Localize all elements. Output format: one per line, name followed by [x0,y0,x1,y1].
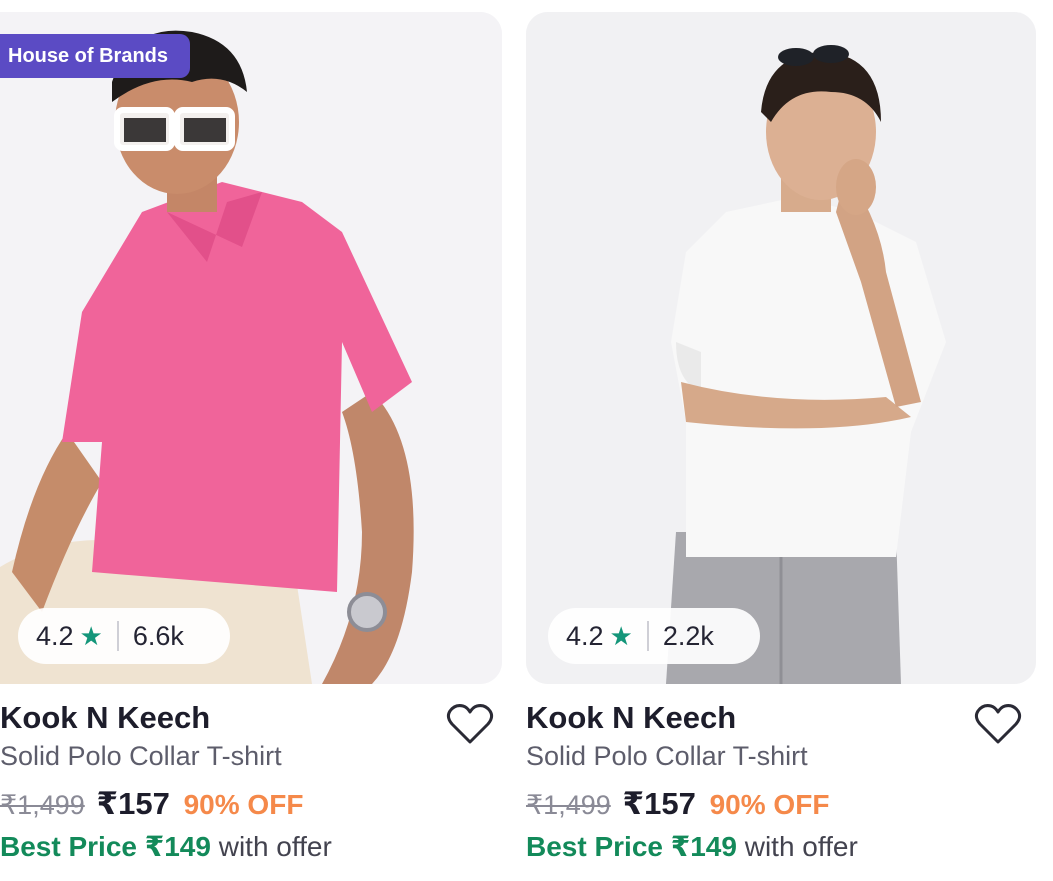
best-price-row: Best Price ₹149 with offer [0,830,332,863]
star-icon: ★ [609,620,633,651]
product-photo-white-polo [526,12,1036,684]
mrp-price: ₹1,499 [526,790,611,820]
mrp-price: ₹1,499 [0,790,85,820]
house-of-brands-badge: House of Brands [0,34,190,78]
best-price-row: Best Price ₹149 with offer [526,830,858,863]
product-grid: House of Brands 4.2 ★ 6.6k Kook N Keech … [0,0,1053,881]
product-card[interactable]: 4.2 ★ 2.2k Kook N Keech Solid Polo Colla… [526,0,1036,881]
discount-badge: 90% OFF [709,789,830,820]
rating-value: 4.2 [36,620,74,651]
rating-count: 6.6k [132,620,184,651]
best-price-suffix: with offer [210,831,332,862]
best-price-label: Best Price ₹149 [0,831,211,862]
product-image[interactable] [526,12,1036,684]
price-row: ₹1,499 ₹157 90% OFF [0,786,303,822]
brand-name[interactable]: Kook N Keech [526,700,736,736]
rating-pill: 4.2 ★ 2.2k [548,608,760,664]
sale-price: ₹157 [96,786,170,821]
heart-outline-icon [974,704,1022,744]
brand-name[interactable]: Kook N Keech [0,700,210,736]
heart-outline-icon [446,704,494,744]
pill-divider [116,621,119,651]
wishlist-button[interactable] [974,702,1022,746]
product-photo-pink-polo [0,12,502,684]
best-price-suffix: with offer [736,831,858,862]
best-price-label: Best Price ₹149 [526,831,737,862]
product-image[interactable] [0,12,502,684]
wishlist-button[interactable] [446,702,494,746]
star-icon: ★ [79,620,103,651]
product-title[interactable]: Solid Polo Collar T-shirt [526,741,808,772]
discount-badge: 90% OFF [183,789,304,820]
product-card[interactable]: House of Brands 4.2 ★ 6.6k Kook N Keech … [0,0,502,881]
price-row: ₹1,499 ₹157 90% OFF [526,786,829,822]
rating-value: 4.2 [566,620,604,651]
rating-pill: 4.2 ★ 6.6k [18,608,230,664]
sale-price: ₹157 [622,786,696,821]
product-title[interactable]: Solid Polo Collar T-shirt [0,741,282,772]
pill-divider [646,621,649,651]
rating-count: 2.2k [662,620,714,651]
